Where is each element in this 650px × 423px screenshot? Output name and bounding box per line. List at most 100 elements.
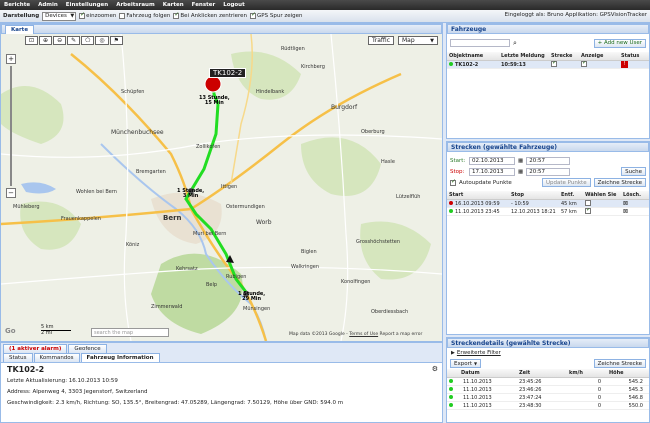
calendar-icon[interactable]: ▦ [518, 169, 523, 175]
erweiterte-filter-link[interactable]: Erweiterte Filter [457, 350, 501, 356]
col-anzeige[interactable]: Anzeige [579, 53, 619, 59]
col-stop[interactable]: Stop [509, 192, 559, 198]
export-button[interactable]: Export ▼ [450, 359, 482, 368]
menu-berichte[interactable]: Berichte [0, 2, 34, 8]
menu-einstellungen[interactable]: Einstellungen [62, 2, 112, 8]
stop-label: Stop: [450, 168, 465, 175]
autoupdate-checkbox[interactable] [450, 178, 456, 186]
expand-icon[interactable]: ▶ [451, 350, 455, 356]
table-row[interactable]: TK102-2 10:59:13 ! [447, 61, 649, 69]
menu-karten[interactable]: Karten [159, 2, 188, 8]
table-row[interactable]: 11.10.2013 23:47:24 0 546.8 [447, 394, 649, 402]
ruler-icon[interactable]: ✎ [67, 36, 81, 45]
col-hoehe[interactable]: Höhe [607, 370, 647, 376]
map-search-input[interactable]: search the map [91, 328, 169, 337]
waehlen-checkbox[interactable] [585, 200, 591, 207]
place-label: Zimmerwald [151, 304, 183, 310]
strecken-header: Strecken (gewählte Fahrzeuge) [447, 142, 649, 152]
einzoomen-option[interactable]: einzoomen [79, 11, 116, 19]
calendar-icon[interactable]: ▦ [518, 158, 523, 164]
marker-tool-icon[interactable]: ⚑ [109, 36, 123, 45]
traffic-button[interactable]: Traffic [368, 36, 395, 45]
stop-time-input[interactable]: 20:57 [526, 167, 571, 176]
col-zeit[interactable]: Zeit [517, 370, 567, 376]
vehicle-title: TK102-2 ⚙ [1, 363, 442, 375]
table-row[interactable]: 11.10.2013 23:48:30 0 550.0 [447, 402, 649, 410]
bei-anklicken-option[interactable]: Bei Anklicken zentrieren [173, 11, 247, 19]
tab-geofence[interactable]: Geofence [68, 344, 107, 353]
place-label: Köniz [126, 242, 140, 248]
map-canvas[interactable]: ⊡ ⊕ ⊖ ✎ ⬠ ◎ ⚑ Traffic Map ▼ + − Zollikofe… [1, 34, 442, 341]
table-row[interactable]: 11.10.2013 23:45:26 0 545.2 [447, 378, 649, 386]
search-icon[interactable]: ⌕ [513, 39, 517, 48]
fahrzeuge-search-input[interactable] [450, 39, 510, 47]
col-status[interactable]: Status [619, 53, 647, 59]
tab-kommandos[interactable]: Kommandos [33, 353, 80, 362]
geofence-icon[interactable]: ◎ [95, 36, 109, 45]
col-waehlen[interactable]: Wählen Sie [583, 192, 621, 198]
table-row[interactable]: 11.10.2013 23:45 12.10.2013 18:21 57 km … [447, 208, 649, 216]
filter-row[interactable]: ▶ Erweiterte Filter [447, 348, 649, 358]
suche-button[interactable]: Suche [621, 167, 646, 176]
start-date-input[interactable]: 02.10.2013 [469, 156, 515, 165]
zoom-box-icon[interactable]: ⊡ [25, 36, 39, 45]
menu-fenster[interactable]: Fenster [188, 2, 220, 8]
darstellung-select[interactable]: Devices ▼ [42, 11, 77, 21]
stop-date-input[interactable]: 17.10.2013 [469, 167, 515, 176]
mid-duration-line2: 3 Min [182, 193, 199, 199]
col-entf[interactable]: Entf. [559, 192, 583, 198]
alarm-status-icon[interactable]: ! [621, 61, 628, 68]
delete-icon[interactable]: ⊠ [623, 200, 628, 207]
table-row[interactable]: 11.10.2013 23:46:26 0 545.3 [447, 386, 649, 394]
anzeige-checkbox[interactable] [581, 61, 587, 68]
menu-logout[interactable]: Logout [219, 2, 249, 8]
tab-status[interactable]: Status [3, 353, 33, 362]
place-label: Muri bei Bern [193, 231, 227, 237]
menu-arbeitsraum[interactable]: Arbeitsraum [112, 2, 159, 8]
settings-icon[interactable]: ⚙ [432, 365, 438, 373]
fahrzeug-folgen-option[interactable]: Fahrzeug folgen [119, 13, 170, 19]
toolbar: Darstellung Devices▼ einzoomen Fahrzeug … [0, 10, 650, 23]
gps-spur-checkbox[interactable] [250, 11, 256, 19]
place-label: Münsingen [243, 306, 271, 312]
zoom-out-tool-icon[interactable]: ⊖ [53, 36, 67, 45]
details-zeichne-button[interactable]: Zeichne Strecke [593, 359, 646, 368]
fahrzeug-folgen-checkbox[interactable] [119, 13, 126, 19]
point-dot-icon [449, 394, 453, 399]
zoom-slider-track[interactable] [10, 66, 12, 186]
table-row[interactable]: 16.10.2013 09:59 - 10:59 45 km ⊠ [447, 200, 649, 208]
report-link[interactable]: Report a map error [380, 332, 423, 337]
cell-kmh: 0 [597, 378, 601, 385]
col-kmh[interactable]: km/h [567, 370, 607, 376]
zoom-minus-icon[interactable]: − [6, 188, 16, 198]
tab-alarm[interactable]: (1 aktiver alarm) [3, 344, 68, 353]
map-header: Karte [1, 24, 442, 34]
zoom-plus-icon[interactable]: + [6, 54, 16, 64]
polygon-icon[interactable]: ⬠ [81, 36, 95, 45]
terms-link[interactable]: Terms of Use [349, 332, 378, 337]
zeichne-strecke-button[interactable]: Zeichne Strecke [593, 178, 646, 187]
waehlen-checkbox[interactable] [585, 208, 591, 215]
zoom-in-tool-icon[interactable]: ⊕ [39, 36, 53, 45]
strecke-checkbox[interactable] [551, 61, 557, 68]
delete-icon[interactable]: ⊠ [623, 208, 628, 215]
tab-fahrzeug-information[interactable]: Fahrzeug Information [80, 353, 160, 362]
start-time-input[interactable]: 20:57 [526, 156, 571, 165]
gps-spur-option[interactable]: GPS Spur zeigen [250, 11, 303, 19]
col-letzte-meldung[interactable]: Letzte Meldung [499, 53, 549, 59]
einzoomen-checkbox[interactable] [79, 11, 85, 19]
add-user-button[interactable]: + Add new User [593, 38, 646, 48]
col-objektname[interactable]: Objektname [447, 53, 499, 59]
update-punkte-button[interactable]: Update Punkte [542, 178, 591, 187]
vehicle-flag[interactable]: TK102-2 [209, 68, 247, 78]
tab-karte[interactable]: Karte [5, 24, 35, 34]
col-datum[interactable]: Datum [447, 370, 517, 376]
col-start[interactable]: Start [447, 192, 509, 198]
col-loesch[interactable]: Lösch. [621, 192, 649, 198]
maptype-select[interactable]: Map ▼ [398, 36, 438, 45]
cell-loesch: ⊠ [621, 200, 649, 207]
bottom-tabs: (1 aktiver alarm) Geofence [1, 343, 442, 353]
menu-admin[interactable]: Admin [34, 2, 62, 8]
col-strecke[interactable]: Strecke [549, 53, 579, 59]
bei-anklicken-checkbox[interactable] [173, 11, 179, 19]
